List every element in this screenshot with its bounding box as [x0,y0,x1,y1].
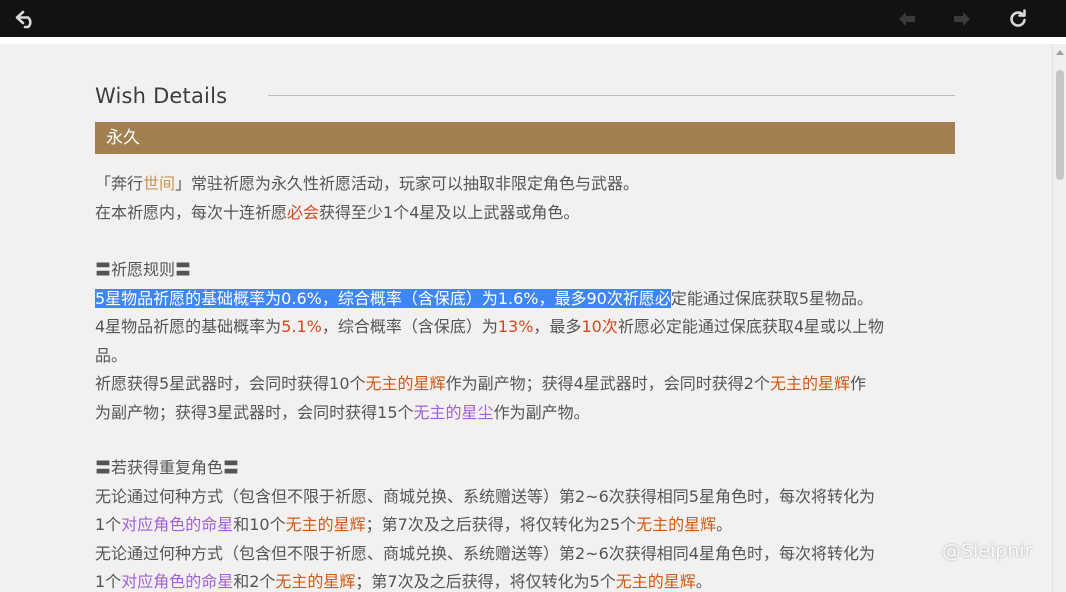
duplicates-heading: 〓若获得重复角色〓 [95,458,240,477]
scroll-up-icon[interactable] [1056,50,1064,55]
rules-line-4: 祈愿获得5星武器时，会同时获得10个无主的星辉作为副产物；获得4星武器时，会同时… [95,370,955,399]
text: 作 [849,374,866,393]
intro-paragraph: 「奔行世间」常驻祈愿为永久性祈愿活动，玩家可以抽取非限定角色与武器。 在本祈愿内… [95,170,955,227]
duplicates-line-1: 无论通过何种方式（包含但不限于祈愿、商城兑换、系统赠送等）第2~6次获得相同5星… [95,486,875,506]
text: 和2个 [233,572,276,591]
highlight-purple: 对应角色的命星 [121,515,234,534]
browser-toolbar [0,0,1066,37]
wish-type-banner: 永久 [95,122,955,154]
highlight-orange: 无主的星辉 [275,572,356,591]
page-title: Wish Details [95,84,228,108]
title-row: Wish Details [95,82,955,110]
highlight-gold: 世间 [143,174,176,193]
highlight-red: 10次 [581,317,618,336]
page-top-border [0,37,1066,44]
wish-details-page: Wish Details 永久 「奔行世间」常驻祈愿为永久性祈愿活动，玩家可以抽… [0,44,1052,592]
rules-line-2: 4星物品祈愿的基础概率为5.1%，综合概率（含保底）为13%，最多10次祈愿必定… [95,313,955,342]
intro-line-2: 在本祈愿内，每次十连祈愿必会获得至少1个4星及以上武器或角色。 [95,199,955,228]
text: 祈愿必定能通过保底获取4星或以上物 [617,317,884,336]
prev-icon[interactable] [895,7,919,31]
title-divider [268,95,955,96]
text: 1个 [95,515,122,534]
duplicates-line-2: 1个对应角色的命星和10个无主的星辉；第7次及之后获得，将仅转化为25个无主的星… [95,511,955,540]
duplicates-section: 〓若获得重复角色〓 无论通过何种方式（包含但不限于祈愿、商城兑换、系统赠送等）第… [95,454,955,592]
highlight-orange: 无主的星辉 [365,374,446,393]
text: 定能通过保底获取5星物品。 [670,288,874,308]
text: 和10个 [233,515,286,534]
text: 4星物品祈愿的基础概率为 [95,317,282,336]
rules-line-5: 为副产物；获得3星武器时，会同时获得15个无主的星尘作为副产物。 [95,399,955,428]
duplicates-line-3: 无论通过何种方式（包含但不限于祈愿、商城兑换、系统赠送等）第2~6次获得相同4星… [95,543,875,563]
text: 「奔行 [95,174,144,193]
highlight-orange: 无主的星辉 [636,515,717,534]
text: ，综合概率（含保底）为 [321,317,498,336]
text: 为副产物；获得3星武器时，会同时获得15个 [95,402,414,422]
watermark: @Sleipnir [942,540,1033,562]
highlight-orange: 无主的星辉 [769,374,850,393]
duplicates-line-4: 1个对应角色的命星和2个无主的星辉；第7次及之后获得，将仅转化为5个无主的星辉。 [95,568,955,592]
back-arrow-icon[interactable] [14,7,38,31]
selected-text[interactable]: 5星物品祈愿的基础概率为0.6%，综合概率（含保底）为1.6%，最多90次祈愿必 [95,288,671,308]
text: 。 [695,572,712,591]
highlight-red: 必会 [287,202,320,222]
highlight-red: 13% [497,317,534,336]
text: 在本祈愿内，每次十连祈愿 [95,202,288,222]
highlight-purple: 无主的星尘 [413,402,494,422]
refresh-icon[interactable] [1006,7,1030,31]
rules-heading: 〓祈愿规则〓 [95,260,192,279]
text: ；第7次及之后获得，将仅转化为5个 [355,572,616,591]
text: 作为副产物。 [493,402,590,422]
text: 获得至少1个4星及以上武器或角色。 [319,202,580,222]
text: 祈愿获得5星武器时，会同时获得10个 [95,374,366,393]
next-icon[interactable] [950,7,974,31]
highlight-red: 5.1% [281,317,322,336]
text: ；第7次及之后获得，将仅转化为25个 [365,515,637,534]
text: 。 [716,515,733,534]
intro-line-1: 「奔行世间」常驻祈愿为永久性祈愿活动，玩家可以抽取非限定角色与武器。 [95,170,955,199]
text: 」常驻祈愿为永久性祈愿活动，玩家可以抽取非限定角色与武器。 [175,174,640,193]
highlight-orange: 无主的星辉 [615,572,696,591]
highlight-orange: 无主的星辉 [285,515,366,534]
scroll-thumb[interactable] [1056,70,1064,180]
rules-line-3: 品。 [95,345,128,365]
vertical-scrollbar[interactable] [1052,44,1066,592]
highlight-purple: 对应角色的命星 [121,572,234,591]
text: 作为副产物；获得4星武器时，会同时获得2个 [445,374,770,393]
rules-section: 〓祈愿规则〓 5星物品祈愿的基础概率为0.6%，综合概率（含保底）为1.6%，最… [95,256,955,427]
text: 1个 [95,572,122,591]
rules-line-1: 5星物品祈愿的基础概率为0.6%，综合概率（含保底）为1.6%，最多90次祈愿必… [95,285,955,314]
text: ，最多 [533,317,582,336]
